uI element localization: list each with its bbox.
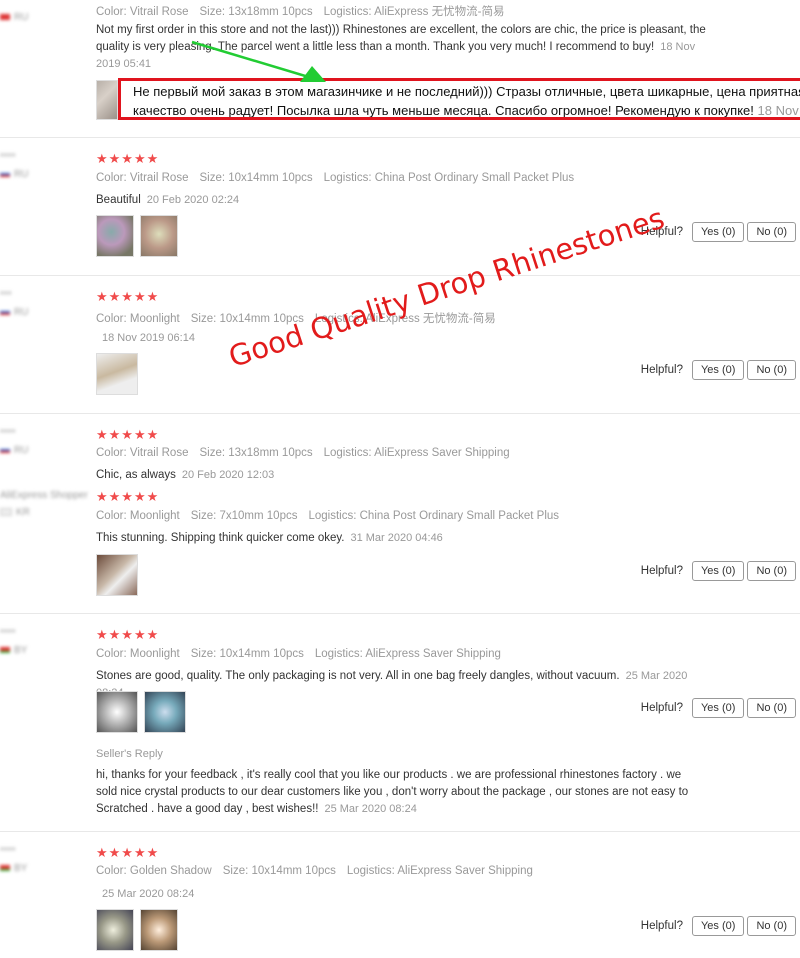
- annotation-arrow-icon: [191, 40, 326, 82]
